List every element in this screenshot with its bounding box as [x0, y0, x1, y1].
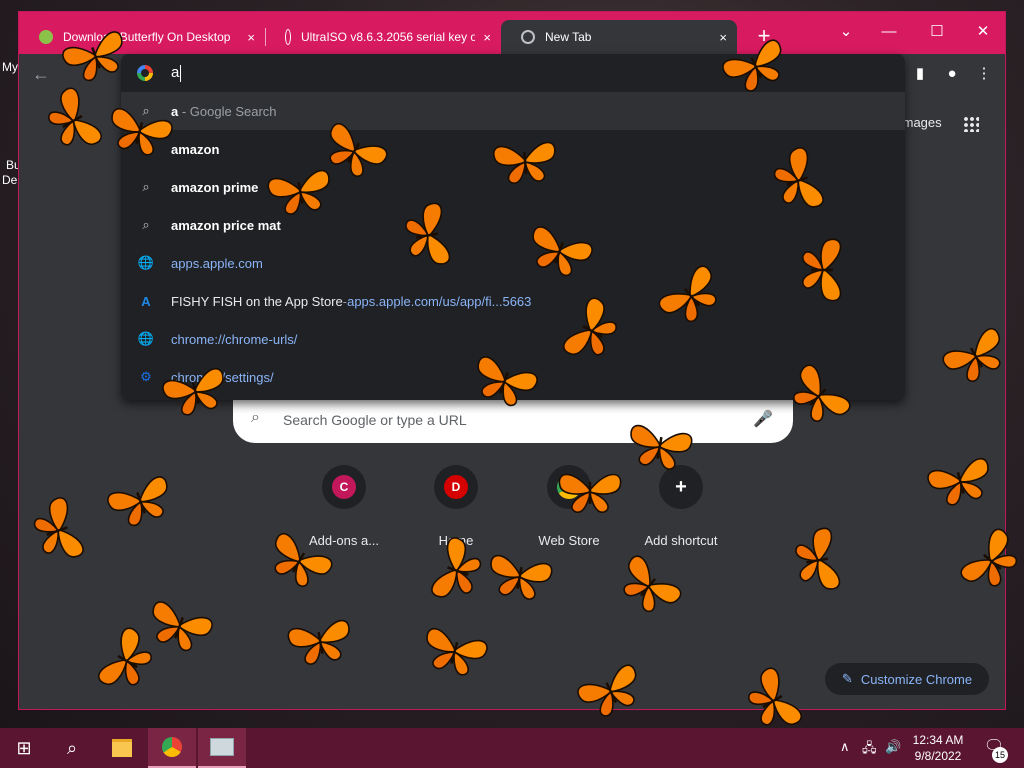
- tab-title: Download Butterfly On Desktop: [63, 30, 231, 44]
- notification-count-badge: 15: [992, 747, 1008, 763]
- customize-label: Customize Chrome: [860, 671, 973, 687]
- customize-chrome-button[interactable]: ✎ Customize Chrome: [825, 663, 989, 695]
- butterfly-app-icon[interactable]: [198, 728, 246, 768]
- shortcut-icon: C: [332, 475, 356, 499]
- search-icon[interactable]: ⌕: [48, 728, 96, 768]
- volume-icon[interactable]: 🔊: [885, 739, 901, 755]
- menu-kebab-icon[interactable]: ⋮: [974, 64, 994, 84]
- suggestion-item[interactable]: ⚙ chrome://settings/: [121, 358, 905, 396]
- add-shortcut-button[interactable]: + Add shortcut: [625, 465, 737, 548]
- settings-icon: ⚙: [140, 369, 152, 384]
- google-icon: [137, 65, 153, 81]
- desktop-icon-label[interactable]: My: [2, 60, 18, 74]
- desktop-icon-label[interactable]: De: [2, 173, 17, 187]
- close-window-button[interactable]: ✕: [967, 18, 999, 46]
- side-panel-icon[interactable]: ▮: [910, 64, 930, 84]
- shortcut-label: Add shortcut: [644, 533, 718, 548]
- tab-ultraiso[interactable]: UltraISO v8.6.3.2056 serial key or ×: [265, 20, 501, 54]
- windows-start-icon[interactable]: ⊞: [0, 728, 48, 768]
- back-arrow-icon[interactable]: ←: [29, 62, 53, 86]
- pencil-icon: ✎: [841, 671, 853, 686]
- taskbar-clock[interactable]: 12:34 AM 9/8/2022: [906, 732, 970, 764]
- shortcut-tile[interactable]: Web Store: [513, 465, 625, 548]
- site-favicon-icon: [285, 29, 291, 45]
- site-favicon-icon: [39, 30, 53, 44]
- clock-date: 9/8/2022: [914, 749, 962, 763]
- suggestion-item[interactable]: A FISHY FISH on the App Store - apps.app…: [121, 282, 905, 320]
- web-store-icon: [557, 475, 581, 499]
- chrome-favicon-icon: [521, 30, 535, 44]
- taskbar: ⊞ ⌕ ∧ 🖧 🔊 12:34 AM 9/8/2022 🗨 15: [0, 728, 1024, 768]
- suggestion-item[interactable]: ⌕ amazon: [121, 130, 905, 168]
- tab-butterfly[interactable]: Download Butterfly On Desktop ×: [19, 20, 265, 54]
- new-tab-button[interactable]: +: [752, 24, 776, 48]
- suggestion-item[interactable]: 🌐 chrome://chrome-urls/: [121, 320, 905, 358]
- chrome-window: Download Butterfly On Desktop × UltraISO…: [18, 11, 1006, 710]
- globe-icon: 🌐: [137, 331, 155, 346]
- google-apps-icon[interactable]: [963, 116, 979, 132]
- close-icon[interactable]: ×: [247, 30, 255, 45]
- profile-icon[interactable]: ●: [942, 64, 962, 84]
- search-icon: ⌕: [142, 141, 150, 156]
- omnibox-dropdown: a ⌕ a - Google Search ⌕ amazon ⌕ amazon …: [121, 54, 905, 400]
- clock-time: 12:34 AM: [912, 733, 964, 747]
- shortcut-label: Home: [438, 533, 474, 548]
- chevron-up-icon[interactable]: ∧: [840, 739, 850, 755]
- tab-strip: Download Butterfly On Desktop × UltraISO…: [19, 12, 1005, 54]
- app-store-icon: A: [141, 293, 151, 309]
- network-icon[interactable]: 🖧: [862, 739, 877, 761]
- plus-icon: +: [675, 476, 687, 498]
- search-placeholder: Search Google or type a URL: [283, 412, 467, 428]
- tab-title: UltraISO v8.6.3.2056 serial key or: [301, 30, 476, 44]
- shortcut-label: Web Store: [538, 533, 600, 548]
- search-icon: ⌕: [251, 409, 260, 426]
- tab-search-button[interactable]: ⌄: [830, 18, 862, 46]
- suggestion-item[interactable]: ⌕ amazon price mat: [121, 206, 905, 244]
- microphone-icon[interactable]: 🎤: [753, 409, 773, 429]
- address-input[interactable]: a: [171, 64, 182, 82]
- minimize-button[interactable]: —: [873, 18, 905, 46]
- tab-new-tab[interactable]: New Tab ×: [501, 20, 737, 54]
- close-icon[interactable]: ×: [483, 30, 491, 45]
- suggestion-item[interactable]: ⌕ a - Google Search: [121, 92, 905, 130]
- search-icon: ⌕: [142, 217, 150, 232]
- search-icon: ⌕: [142, 179, 150, 194]
- shortcut-tile[interactable]: C Add-ons a...: [288, 465, 400, 548]
- maximize-button[interactable]: ☐: [921, 18, 953, 46]
- images-link[interactable]: Images: [899, 115, 942, 130]
- tab-title: New Tab: [545, 30, 592, 44]
- ntp-search-box[interactable]: ⌕ Search Google or type a URL 🎤: [233, 399, 793, 443]
- shortcut-label: Add-ons a...: [308, 533, 380, 548]
- globe-icon: 🌐: [137, 255, 155, 270]
- suggestion-item[interactable]: 🌐 apps.apple.com: [121, 244, 905, 282]
- close-icon[interactable]: ×: [719, 30, 727, 45]
- shortcut-icon: D: [444, 475, 468, 499]
- suggestion-item[interactable]: ⌕ amazon prime: [121, 168, 905, 206]
- search-icon: ⌕: [142, 103, 150, 118]
- shortcut-tile[interactable]: D Home: [400, 465, 512, 548]
- chrome-taskbar-icon[interactable]: [148, 728, 196, 768]
- address-bar[interactable]: a: [121, 54, 905, 92]
- file-explorer-icon[interactable]: [98, 728, 146, 768]
